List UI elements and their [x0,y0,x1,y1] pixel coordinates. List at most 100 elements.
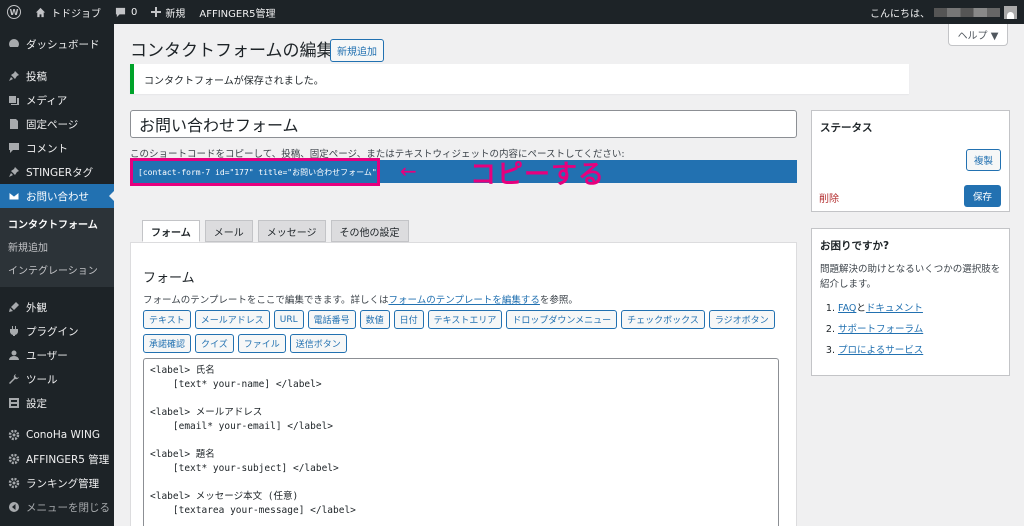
sidebar-item-contact[interactable]: お問い合わせ [0,184,114,208]
wordpress-icon: W [7,5,21,19]
editor-line: ​ [150,476,772,490]
comments-link[interactable]: 0 [108,0,144,24]
sidebar-item-plugins[interactable]: プラグイン [0,319,114,343]
tag-button-text[interactable]: テキスト [143,310,191,329]
help-tab-button[interactable]: ヘルプ ▼ [948,24,1008,46]
tag-button-checkbox[interactable]: チェックボックス [621,310,705,329]
comment-icon [115,7,126,17]
new-label: 新規 [165,8,186,20]
my-account-link[interactable]: こんにちは、 [863,0,1024,24]
sidebar-item-conoha-wing[interactable]: ConoHa WING [0,423,114,447]
plus-icon [151,7,162,17]
tag-button-radio[interactable]: ラジオボタン [708,310,775,329]
sidebar-item-media[interactable]: メディア [0,88,114,112]
support-forum-link[interactable]: サポートフォーラム [838,324,923,335]
form-template-editor[interactable]: <label> 氏名 [text* your-name] </label> ​ … [143,358,779,526]
sidebar-item-label: ユーザー [26,349,68,362]
help-box: お困りですか? 問題解決の助けとなるいくつかの選択肢を 紹介します。 FAQとド… [811,228,1010,376]
sidebar-item-label: ConoHa WING [26,429,100,441]
sidebar-item-ranking[interactable]: ランキング管理 [0,471,114,495]
tag-button-file[interactable]: ファイル [237,334,286,353]
sidebar-item-label: ランキング管理 [26,477,100,490]
shortcode-highlight[interactable]: [contact-form-7 id="177" title="お問い合わせフォ… [130,158,380,186]
sidebar-item-posts[interactable]: 投稿 [0,64,114,88]
help-title: お困りですか? [820,240,890,252]
save-button[interactable]: 保存 [963,185,1001,207]
sidebar-item-label: ダッシュボード [26,38,100,51]
new-content-link[interactable]: 新規 [144,0,192,24]
plugin-icon [9,326,18,336]
add-new-button[interactable]: 新規追加 [330,39,384,62]
comment-icon [8,143,19,153]
duplicate-button[interactable]: 複製 [965,149,1001,171]
list-item: FAQとドキュメント [838,300,1009,314]
tab-form[interactable]: フォーム [142,220,200,242]
submenu-contact-forms[interactable]: コンタクトフォーム [0,212,114,235]
sidebar-item-label: メディア [26,94,68,107]
faq-link[interactable]: FAQ [838,303,856,314]
sidebar-item-label: コメント [26,142,68,155]
editor-line: [text* your-name] </label> [150,379,322,390]
pro-services-link[interactable]: プロによるサービス [838,345,923,356]
sidebar-item-label: 固定ページ [26,118,79,131]
home-icon [35,7,46,17]
annotation-copy-label: コピーする [470,160,606,190]
notice-text: コンタクトフォームが保存されました。 [144,75,324,87]
sidebar-item-pages[interactable]: 固定ページ [0,112,114,136]
tab-messages[interactable]: メッセージ [257,220,326,242]
comments-count: 0 [131,6,138,18]
tag-button-number[interactable]: 数値 [359,310,390,329]
tag-button-acceptance[interactable]: 承諾確認 [143,334,192,353]
tag-button-date[interactable]: 日付 [393,310,424,329]
admin-sidebar: ダッシュボード 投稿 メディア 固定ページ コメント STINGERタグ お問い… [0,24,114,526]
sidebar-item-label: 外観 [26,301,47,314]
sidebar-item-stinger-tags[interactable]: STINGERタグ [0,160,114,184]
tab-additional-settings[interactable]: その他の設定 [330,220,409,242]
site-name-link[interactable]: トドジョブ [28,0,108,24]
tag-button-dropdown[interactable]: ドロップダウンメニュー [506,310,618,329]
sidebar-item-affinger5[interactable]: AFFINGER5 管理 [0,447,114,471]
tag-button-textarea[interactable]: テキストエリア [427,310,503,329]
tag-button-tel[interactable]: 電話番号 [307,310,356,329]
delete-link[interactable]: 削除 [819,190,839,205]
help-links: FAQとドキュメント サポートフォーラム プロによるサービス [812,300,1009,356]
sidebar-item-settings[interactable]: 設定 [0,391,114,415]
tag-button-url[interactable]: URL [273,310,304,329]
wordpress-logo-button[interactable]: W [0,0,28,24]
sidebar-item-label: プラグイン [26,325,79,338]
pin-icon [8,71,19,81]
sidebar-item-appearance[interactable]: 外観 [0,295,114,319]
editor-line: ​ [150,434,772,448]
collapse-menu-button[interactable]: メニューを閉じる [0,495,114,519]
tag-button-submit[interactable]: 送信ボタン [289,334,347,353]
form-title-input[interactable]: お問い合わせフォーム [130,110,797,138]
page-title: コンタクトフォームの編集 [130,41,334,61]
wrench-icon [8,374,19,384]
site-name: トドジョブ [51,8,101,20]
editor-line: <label> メールアドレス [150,407,263,418]
desc-text: フォームのテンプレートをここで編集できます。詳しくは [143,295,389,306]
list-item: サポートフォーラム [838,321,1009,335]
sidebar-item-tools[interactable]: ツール [0,367,114,391]
submenu-add-new[interactable]: 新規追加 [0,235,114,258]
editor-line: ​ [150,392,772,406]
form-panel: フォーム フォームのテンプレートをここで編集できます。詳しくはフォームのテンプレ… [130,242,797,526]
sidebar-item-users[interactable]: ユーザー [0,343,114,367]
tag-generator-row-2: 承諾確認 クイズ ファイル 送信ボタン [143,334,351,353]
form-template-link[interactable]: フォームのテンプレートを編集する [388,295,539,306]
editor-line: <label> 題名 [150,449,215,460]
docs-link[interactable]: ドキュメント [866,303,923,314]
user-icon [8,350,19,360]
gear-icon [8,453,19,465]
page-icon [9,119,18,129]
sidebar-item-comments[interactable]: コメント [0,136,114,160]
editor-line: [email* your-email] </label> [150,421,334,432]
tag-button-quiz[interactable]: クイズ [195,334,234,353]
tab-mail[interactable]: メール [204,220,253,242]
shortcode-text: [contact-form-7 id="177" title="お問い合わせフォ… [138,167,380,177]
affinger-admin-link[interactable]: AFFINGER5管理 [192,0,282,24]
pin-icon [8,167,19,177]
tag-button-email[interactable]: メールアドレス [194,310,270,329]
sidebar-item-dashboard[interactable]: ダッシュボード [0,32,114,56]
submenu-integration[interactable]: インテグレーション [0,258,114,281]
